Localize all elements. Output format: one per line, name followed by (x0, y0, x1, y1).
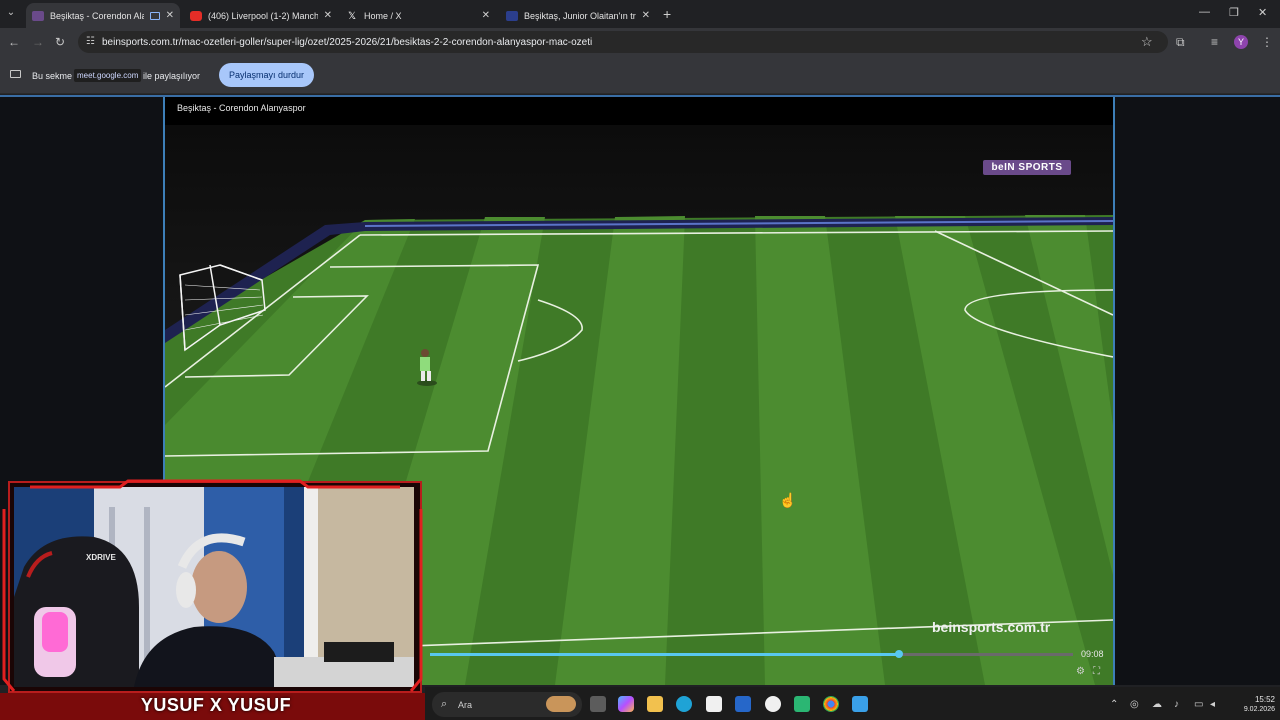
cloud-icon[interactable]: ☁ (1152, 699, 1162, 710)
photos-app-icon[interactable] (852, 696, 868, 712)
mail-icon[interactable] (735, 696, 751, 712)
reload-icon[interactable]: ↻ (55, 35, 65, 49)
search-highlight-icon[interactable] (546, 696, 576, 712)
streamer-name: YUSUF X YUSUF (140, 695, 292, 715)
close-icon[interactable]: ✕ (482, 10, 490, 21)
close-icon[interactable]: ✕ (642, 10, 650, 21)
hand-cursor-icon: ☝ (779, 492, 797, 508)
back-icon[interactable]: ← (8, 35, 20, 49)
tab-search-icon[interactable]: ⌄ (4, 6, 18, 20)
tab-besiktas[interactable]: Beşiktaş - Corendon Alanya ✕ (26, 3, 180, 28)
tab-liverpool[interactable]: (406) Liverpool (1-2) Manchest ✕ (184, 3, 338, 28)
tab-title: Beşiktaş, Junior Olaitan'ın transf (524, 10, 636, 21)
video-title: Beşiktaş - Corendon Alanyaspor (177, 103, 306, 113)
youtube-icon (190, 10, 202, 21)
tab-title: Home / X (364, 10, 402, 21)
forward-icon[interactable]: → (32, 35, 44, 49)
task-view-icon[interactable] (590, 696, 606, 712)
sharing-icon (149, 11, 160, 20)
close-icon[interactable]: ✕ (166, 10, 174, 21)
minimize-icon[interactable]: — (1199, 6, 1210, 18)
volume-icon[interactable]: ◂ (1210, 699, 1215, 710)
tab-strip: ⌄ Beşiktaş - Corendon Alanya ✕ (406) Liv… (0, 0, 1280, 28)
extensions-icon[interactable]: ⧉ (1176, 35, 1185, 50)
close-window-icon[interactable]: ✕ (1258, 6, 1267, 19)
share-text-before: Bu sekme (32, 71, 73, 81)
url-text[interactable]: beinsports.com.tr/mac-ozetleri-goller/su… (102, 37, 592, 48)
screen-share-icon (10, 70, 21, 78)
share-text-after: ile paylaşılıyor (143, 71, 201, 81)
news-favicon-icon (506, 10, 518, 21)
x-logo-icon: 𝕏 (348, 10, 357, 22)
fullscreen-icon[interactable]: ⛶ (1093, 666, 1100, 677)
progress-fill (430, 653, 900, 656)
store-icon[interactable] (706, 696, 722, 712)
close-icon[interactable]: ✕ (324, 10, 332, 21)
tray-app-icon[interactable]: ◎ (1130, 699, 1139, 710)
chair-brand-text: XDRIVE (86, 553, 116, 562)
tray-overflow-icon[interactable]: ⌃ (1110, 699, 1118, 710)
tab-olaitan[interactable]: Beşiktaş, Junior Olaitan'ın transf ✕ (500, 3, 656, 28)
stop-sharing-button[interactable]: Paylaşmayı durdur (219, 63, 314, 87)
profile-avatar[interactable]: Y (1234, 35, 1248, 49)
display-icon[interactable]: ▭ (1194, 699, 1203, 710)
share-host: meet.google.com (74, 69, 142, 82)
menu-kebab-icon[interactable]: ⋮ (1261, 35, 1273, 49)
bein-watermark: beinsports.com.tr (932, 619, 1051, 635)
restore-icon[interactable]: ❐ (1229, 6, 1239, 19)
settings-gear-icon[interactable]: ⚙ (1076, 666, 1085, 677)
tab-title: Beşiktaş - Corendon Alanya (50, 10, 144, 21)
chat-app-icon[interactable] (794, 696, 810, 712)
bein-sports-logo: beIN SPORTS (983, 160, 1071, 175)
new-tab-icon[interactable]: + (663, 6, 671, 22)
search-icon: ⌕ (441, 698, 448, 710)
webcam-overlay: XDRIVE YUSUF X YUSUF (0, 479, 425, 720)
taskbar-search-placeholder: Ara (458, 700, 473, 710)
copilot-icon[interactable] (618, 696, 634, 712)
microphone-icon[interactable]: ♪ (1174, 699, 1179, 710)
site-info-icon[interactable]: ☷ (86, 36, 95, 47)
chrome-icon[interactable] (823, 696, 839, 712)
video-progress-bar[interactable] (430, 650, 1073, 658)
yandex-browser-icon[interactable] (765, 696, 781, 712)
file-explorer-icon[interactable] (647, 696, 663, 712)
edge-browser-icon[interactable] (676, 696, 692, 712)
screen: ⌄ Beşiktaş - Corendon Alanya ✕ (406) Liv… (0, 0, 1280, 720)
clock-time[interactable]: 15:52 (1241, 695, 1275, 704)
tab-x-home[interactable]: 𝕏 Home / X ✕ (342, 3, 496, 28)
bookmark-star-icon[interactable]: ☆ (1141, 34, 1153, 50)
bein-favicon-icon (32, 10, 44, 21)
video-timecode: 09:08 (1081, 649, 1104, 659)
clock-date[interactable]: 9.02.2026 (1234, 706, 1275, 713)
tab-title: (406) Liverpool (1-2) Manchest (208, 10, 318, 21)
media-control-icon[interactable]: ≡ (1211, 35, 1218, 49)
webcam-feed: XDRIVE (14, 487, 414, 687)
